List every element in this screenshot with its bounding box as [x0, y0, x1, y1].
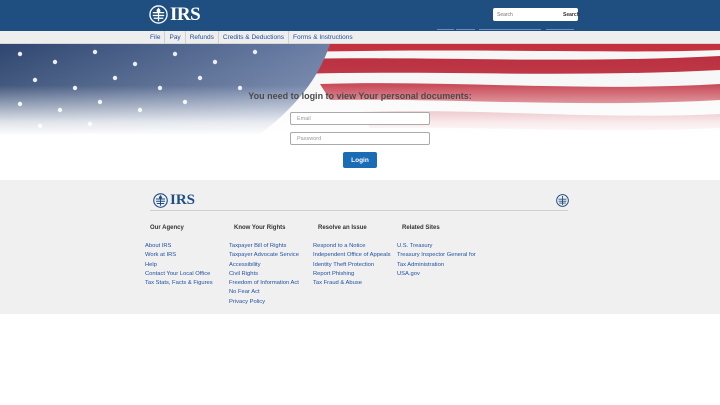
column-heading: Know Your Rights [234, 225, 286, 231]
nav-credits-deductions[interactable]: Credits & Deductions [219, 31, 289, 44]
search-box: Search [493, 8, 580, 21]
footer-link[interactable]: Treasury Inspector General for Tax Admin… [397, 251, 483, 270]
column-heading: Our Agency [150, 225, 184, 231]
utility-link[interactable] [546, 29, 574, 30]
footer-link[interactable]: Help [145, 261, 231, 270]
nav-pay[interactable]: Pay [165, 31, 186, 44]
login-heading: You need to login to view Your personal … [248, 91, 472, 101]
footer-column-our-agency: Our Agency About IRS Work at IRS Help Co… [145, 225, 231, 288]
footer-column-know-your-rights: Know Your Rights Taxpayer Bill of Rights… [229, 225, 315, 307]
main-nav: File Pay Refunds Credits & Deductions Fo… [0, 31, 720, 44]
email-field[interactable] [290, 112, 430, 125]
footer-link[interactable]: Independent Office of Appeals [313, 251, 399, 260]
site-header: IRS Search [0, 0, 720, 31]
footer-link[interactable]: About IRS [145, 242, 231, 251]
footer-link[interactable]: Accessibility [229, 261, 315, 270]
search-input[interactable] [493, 9, 563, 20]
nav-forms-instructions[interactable]: Forms & Instructions [289, 31, 357, 44]
footer-link[interactable]: Civil Rights [229, 270, 315, 279]
footer-column-resolve-an-issue: Resolve an Issue Respond to a Notice Ind… [313, 225, 399, 288]
irs-eagle-icon [149, 5, 168, 24]
footer-link[interactable]: U.S. Treasury [397, 242, 483, 251]
footer-irs-logo[interactable]: IRS [153, 193, 195, 208]
login-button[interactable]: Login [343, 152, 377, 168]
utility-link[interactable] [479, 29, 541, 30]
utility-link[interactable] [437, 29, 454, 30]
logo-text: IRS [170, 4, 201, 25]
password-field[interactable] [290, 132, 430, 145]
footer-link[interactable]: Taxpayer Bill of Rights [229, 242, 315, 251]
footer-link[interactable]: Tax Fraud & Abuse [313, 279, 399, 288]
footer-link[interactable]: No Fear Act [229, 288, 315, 297]
footer-link[interactable]: Identity Theft Protection [313, 261, 399, 270]
footer-link[interactable]: Tax Stats, Facts & Figures [145, 279, 231, 288]
footer-link[interactable]: Report Phishing [313, 270, 399, 279]
irs-logo[interactable]: IRS [149, 4, 201, 25]
utility-link[interactable] [456, 29, 475, 30]
irs-seal-icon [556, 194, 569, 207]
footer-column-related-sites: Related Sites U.S. Treasury Treasury Ins… [397, 225, 483, 279]
column-heading: Related Sites [402, 225, 440, 231]
footer-link[interactable]: Contact Your Local Office [145, 270, 231, 279]
search-button[interactable]: Search [563, 12, 580, 18]
footer-link[interactable]: Privacy Policy [229, 298, 315, 307]
nav-file[interactable]: File [146, 31, 166, 44]
footer-link[interactable]: USA.gov [397, 270, 483, 279]
footer-link[interactable]: Freedom of Information Act [229, 279, 315, 288]
footer-divider [150, 210, 568, 211]
footer-link[interactable]: Work at IRS [145, 251, 231, 260]
column-heading: Resolve an Issue [318, 225, 367, 231]
footer-logo-text: IRS [170, 192, 196, 208]
footer-link[interactable]: Respond to a Notice [313, 242, 399, 251]
footer-link[interactable]: Taxpayer Advocate Service [229, 251, 315, 260]
nav-refunds[interactable]: Refunds [186, 31, 219, 44]
site-footer: IRS Our Agency About IRS Work at IRS Hel… [0, 180, 720, 314]
irs-eagle-icon [153, 193, 168, 208]
